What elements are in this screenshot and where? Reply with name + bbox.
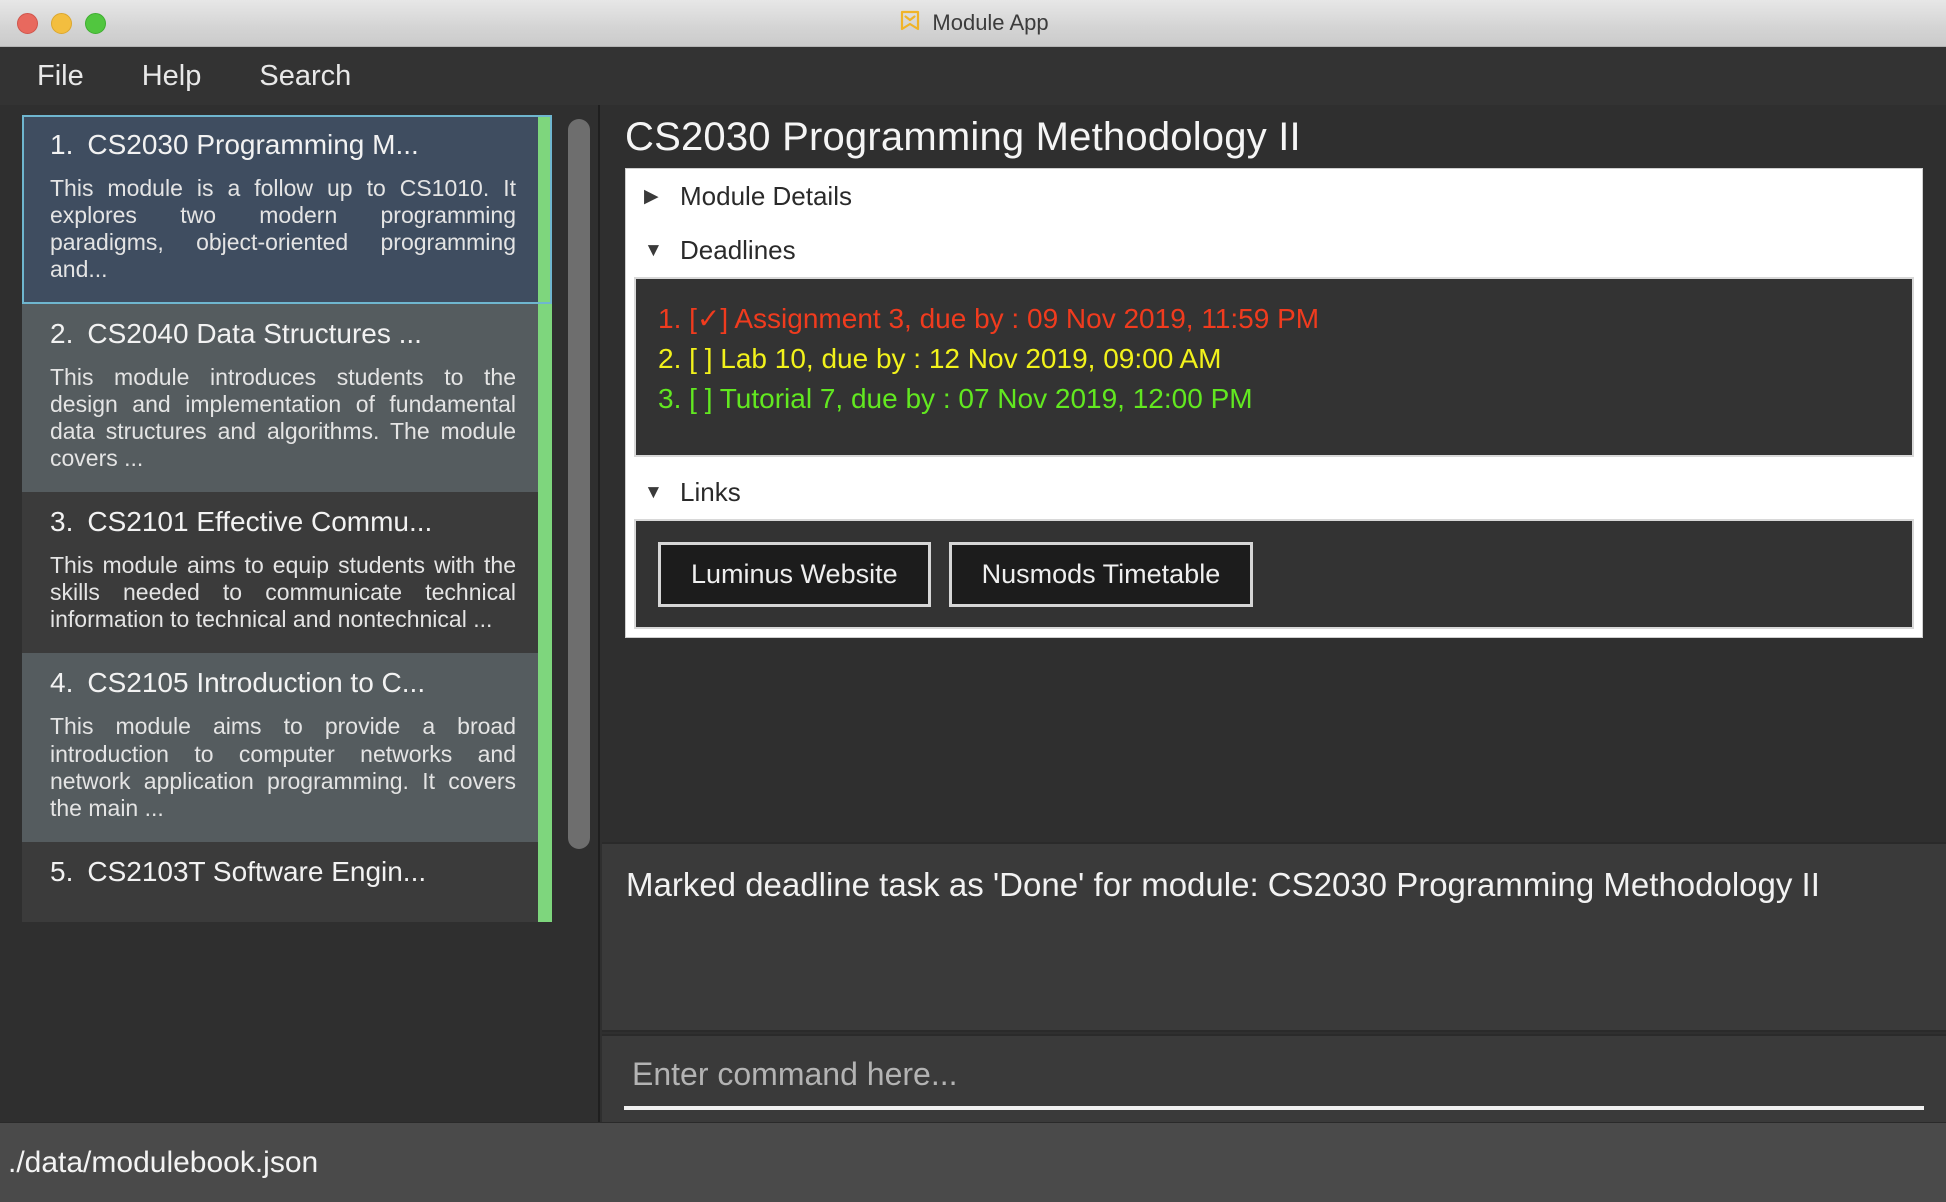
menu-search[interactable]: Search [255,58,355,95]
status-bar-indicator [538,842,552,922]
list-item[interactable]: 3. CS2101 Effective Commu... This module … [22,492,552,653]
accordion-header-module-details[interactable]: ▶ Module Details [626,169,1922,223]
accordion-label: Module Details [680,181,852,212]
links-container: Luminus Website Nusmods Timetable [634,519,1914,629]
status-bar: ./data/modulebook.json [0,1122,1946,1202]
list-item-index: 1. [50,129,73,160]
list-item-name: CS2030 Programming M... [87,129,418,160]
status-bar-indicator [538,492,552,653]
menu-help[interactable]: Help [138,58,206,95]
close-window-button[interactable] [17,13,38,34]
module-list-scrollbar-thumb[interactable] [568,119,590,849]
list-item-description: This module aims to equip students with … [50,552,516,633]
window-title-group: Module App [0,8,1946,39]
module-list[interactable]: 1. CS2030 Programming M... This module is… [22,115,578,1122]
accordion-header-links[interactable]: ▼ Links [626,465,1922,519]
list-item-name: CS2105 Introduction to C... [87,667,425,698]
list-item[interactable]: 5. CS2103T Software Engin... [22,842,552,922]
window-controls [17,13,106,34]
status-bar-indicator [538,653,552,842]
window-titlebar: Module App [0,0,1946,47]
status-bar-indicator [538,304,552,493]
list-item-description: This module aims to provide a broad intr… [50,713,516,822]
minimize-window-button[interactable] [51,13,72,34]
list-item-name: CS2101 Effective Commu... [87,506,432,537]
page-title: CS2030 Programming Methodology II [625,115,1301,160]
command-input[interactable] [624,1050,1924,1110]
book-icon [897,8,923,39]
accordion-label: Deadlines [680,235,796,266]
save-location-path: ./data/modulebook.json [8,1146,318,1180]
list-item[interactable]: 1. CS2030 Programming M... This module is… [22,115,552,304]
list-item-name: CS2040 Data Structures ... [87,318,422,349]
list-item-title: 1. CS2030 Programming M... [50,129,516,161]
result-display-panel: Marked deadline task as 'Done' for modul… [602,842,1946,1032]
module-list-panel: 1. CS2030 Programming M... This module is… [0,105,600,1122]
accordion-header-deadlines[interactable]: ▼ Deadlines [626,223,1922,277]
nusmods-timetable-button[interactable]: Nusmods Timetable [949,542,1254,607]
list-item-title: 4. CS2105 Introduction to C... [50,667,516,699]
maximize-window-button[interactable] [85,13,106,34]
list-item-title: 3. CS2101 Effective Commu... [50,506,516,538]
window-title: Module App [932,10,1048,36]
chevron-right-icon: ▶ [644,187,668,206]
luminus-website-button[interactable]: Luminus Website [658,542,931,607]
module-detail-panel: CS2030 Programming Methodology II ▶ Modu… [602,105,1946,1122]
deadline-item: 1. [✓] Assignment 3, due by : 09 Nov 201… [658,299,1912,339]
list-item-description: This module is a follow up to CS1010. It… [50,175,516,284]
main-content: 1. CS2030 Programming M... This module is… [0,105,1946,1122]
status-bar-indicator [538,115,552,304]
detail-accordion: ▶ Module Details ▼ Deadlines 1. [✓] Assi… [625,168,1923,638]
result-message: Marked deadline task as 'Done' for modul… [626,866,1922,905]
list-item-index: 3. [50,506,73,537]
deadlines-list: 1. [✓] Assignment 3, due by : 09 Nov 201… [634,277,1914,457]
chevron-down-icon: ▼ [644,483,668,502]
accordion-label: Links [680,477,741,508]
deadline-item: 3. [ ] Tutorial 7, due by : 07 Nov 2019,… [658,379,1912,419]
menu-file[interactable]: File [33,58,88,95]
list-item-index: 4. [50,667,73,698]
chevron-down-icon: ▼ [644,241,668,260]
list-item-name: CS2103T Software Engin... [87,856,426,887]
list-item-index: 2. [50,318,73,349]
menu-bar: File Help Search [0,47,1946,105]
command-box [602,1034,1946,1122]
list-item[interactable]: 4. CS2105 Introduction to C... This modul… [22,653,552,842]
list-item-description: This module introduces students to the d… [50,364,516,473]
list-item-title: 5. CS2103T Software Engin... [50,856,516,888]
deadline-item: 2. [ ] Lab 10, due by : 12 Nov 2019, 09:… [658,339,1912,379]
list-item-title: 2. CS2040 Data Structures ... [50,318,516,350]
list-item-index: 5. [50,856,73,887]
list-item[interactable]: 2. CS2040 Data Structures ... This module… [22,304,552,493]
